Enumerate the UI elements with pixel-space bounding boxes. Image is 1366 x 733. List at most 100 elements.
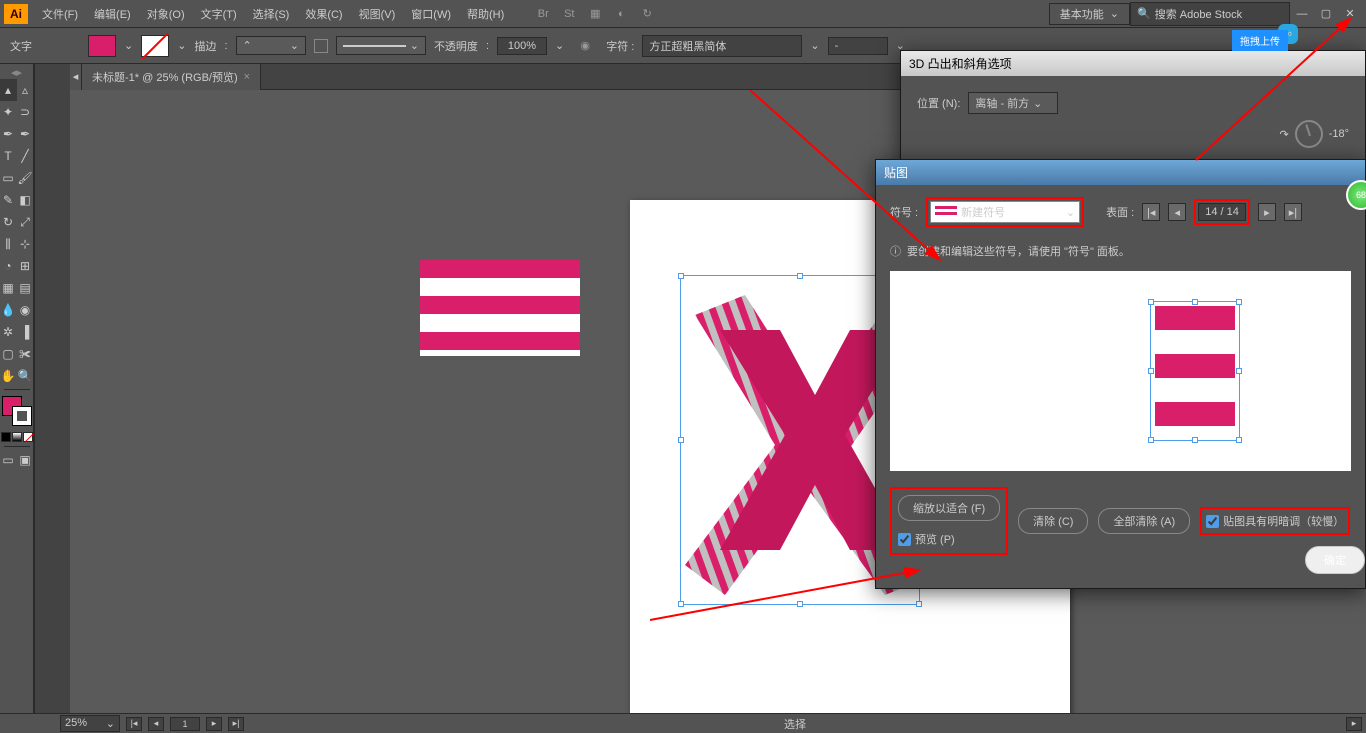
chevron-down-icon[interactable]: ⌄ xyxy=(177,39,186,52)
minimize-button[interactable]: — xyxy=(1292,4,1312,24)
fill-stroke-indicator[interactable] xyxy=(2,396,32,426)
ok-button[interactable]: 确定 xyxy=(1305,546,1365,574)
doc-collapse-icon[interactable]: ◂ xyxy=(70,64,82,90)
panel-collapse-icon[interactable]: ◂▸ xyxy=(0,66,33,79)
preview-checkbox[interactable]: 预览 (P) xyxy=(898,531,1000,547)
slice-tool[interactable]: ✀ xyxy=(17,343,34,365)
direct-selection-tool[interactable]: ▵ xyxy=(17,79,34,101)
clear-button[interactable]: 清除 (C) xyxy=(1018,508,1088,534)
eyedropper-tool[interactable]: 💧 xyxy=(0,299,17,321)
preview-selection-box[interactable] xyxy=(1150,301,1240,441)
graph-tool[interactable]: ▐ xyxy=(17,321,34,343)
zoom-dropdown[interactable]: 25%⌄ xyxy=(60,715,120,732)
paintbrush-tool[interactable]: 🖌 xyxy=(17,167,34,189)
tool-panel: ◂▸ ▴▵ ✦⊃ ✒✒ T╱ ▭🖌 ✎◧ ↻⤢ ⫼⊹ ◔⊞ ▦▤ 💧◉ ✲▐ ▢… xyxy=(0,64,34,713)
menu-window[interactable]: 窗口(W) xyxy=(403,0,459,28)
scale-tool[interactable]: ⤢ xyxy=(17,211,34,233)
annotation-highlight: 新建符号 ⌄ xyxy=(926,197,1084,227)
rotate-icon[interactable]: ↷ xyxy=(1279,128,1288,141)
free-transform-tool[interactable]: ⊹ xyxy=(17,233,34,255)
stripes-symbol-object[interactable] xyxy=(420,260,580,356)
stroke-swatch[interactable] xyxy=(141,35,169,57)
next-surface-button[interactable]: ▸ xyxy=(1258,203,1276,221)
eraser-tool[interactable]: ◧ xyxy=(17,189,34,211)
menu-select[interactable]: 选择(S) xyxy=(245,0,298,28)
menu-edit[interactable]: 编辑(E) xyxy=(86,0,139,28)
close-tab-icon[interactable]: × xyxy=(244,71,250,83)
symbol-label: 符号 : xyxy=(890,204,918,220)
font-style-dropdown[interactable]: - xyxy=(828,37,888,55)
scale-to-fit-button[interactable]: 缩放以适合 (F) xyxy=(898,495,1000,521)
menu-object[interactable]: 对象(O) xyxy=(139,0,193,28)
rotate-tool[interactable]: ↻ xyxy=(0,211,17,233)
map-preview-pane[interactable] xyxy=(890,271,1351,471)
lasso-tool[interactable]: ⊃ xyxy=(17,101,34,123)
scroll-right-button[interactable]: ▸ xyxy=(1346,717,1362,731)
blend-tool[interactable]: ◉ xyxy=(17,299,34,321)
annotation-highlight: 14 / 14 xyxy=(1194,199,1250,225)
next-artboard-button[interactable]: ▸ xyxy=(206,717,222,731)
dialog-title[interactable]: 3D 凸出和斜角选项 xyxy=(901,51,1365,76)
chevron-down-icon[interactable]: ⌄ xyxy=(810,39,819,52)
magic-wand-tool[interactable]: ✦ xyxy=(0,101,17,123)
width-tool[interactable]: ⫼ xyxy=(0,233,17,255)
artboard-number[interactable]: 1 xyxy=(170,717,200,731)
stock-icon[interactable]: St xyxy=(558,3,580,25)
sync-icon[interactable]: ↻ xyxy=(636,3,658,25)
last-surface-button[interactable]: ▸| xyxy=(1284,203,1302,221)
search-input[interactable]: 🔍搜索 Adobe Stock xyxy=(1130,2,1290,26)
prev-artboard-button[interactable]: ◂ xyxy=(148,717,164,731)
chevron-down-icon[interactable]: ⌄ xyxy=(124,39,133,52)
menu-type[interactable]: 文字(T) xyxy=(193,0,245,28)
shaper-tool[interactable]: ✎ xyxy=(0,189,17,211)
fill-swatch[interactable] xyxy=(88,35,116,57)
stroke-var-icon[interactable] xyxy=(314,39,328,53)
mesh-tool[interactable]: ▦ xyxy=(0,277,17,299)
symbol-sprayer-tool[interactable]: ✲ xyxy=(0,321,17,343)
angle-dial[interactable] xyxy=(1295,120,1323,148)
symbol-dropdown[interactable]: 新建符号 ⌄ xyxy=(930,201,1080,223)
screen-mode-full[interactable]: ▣ xyxy=(17,449,34,471)
line-tool[interactable]: ╱ xyxy=(17,145,34,167)
opacity-input[interactable]: 100% xyxy=(497,37,547,55)
left-panel-strip[interactable] xyxy=(34,64,70,713)
hand-tool[interactable]: ✋ xyxy=(0,365,17,387)
zoom-tool[interactable]: 🔍 xyxy=(17,365,34,387)
first-artboard-button[interactable]: |◂ xyxy=(126,717,142,731)
menu-view[interactable]: 视图(V) xyxy=(351,0,404,28)
chevron-down-icon[interactable]: ⌄ xyxy=(555,39,564,52)
last-artboard-button[interactable]: ▸| xyxy=(228,717,244,731)
gpu-icon[interactable]: ◐ xyxy=(610,3,632,25)
color-mode-switches[interactable] xyxy=(1,432,33,442)
arrange-icon[interactable]: ▦ xyxy=(584,3,606,25)
font-family-dropdown[interactable]: 方正超粗黑简体 xyxy=(642,35,802,57)
bridge-icon[interactable]: Br xyxy=(532,3,554,25)
dialog-title[interactable]: 贴图 xyxy=(876,160,1365,185)
shape-builder-tool[interactable]: ◔ xyxy=(0,255,17,277)
first-surface-button[interactable]: |◂ xyxy=(1142,203,1160,221)
position-dropdown[interactable]: 离轴 - 前方 ⌄ xyxy=(968,92,1058,114)
close-button[interactable]: ✕ xyxy=(1340,4,1360,24)
pen-tool[interactable]: ✒ xyxy=(0,123,17,145)
recolor-icon[interactable]: ◉ xyxy=(574,35,596,57)
workspace-switcher[interactable]: 基本功能⌄ xyxy=(1049,3,1130,25)
selection-tool[interactable]: ▴ xyxy=(0,79,17,101)
brush-dropdown[interactable]: ⌄ xyxy=(336,36,426,55)
prev-surface-button[interactable]: ◂ xyxy=(1168,203,1186,221)
type-tool[interactable]: T xyxy=(0,145,17,167)
menu-help[interactable]: 帮助(H) xyxy=(459,0,512,28)
shade-artwork-checkbox[interactable]: 贴图具有明暗调（较慢） xyxy=(1206,513,1344,529)
artboard-tool[interactable]: ▢ xyxy=(0,343,17,365)
rectangle-tool[interactable]: ▭ xyxy=(0,167,17,189)
menu-effect[interactable]: 效果(C) xyxy=(297,0,350,28)
upload-badge[interactable]: 拖拽上传 xyxy=(1232,30,1288,51)
curvature-tool[interactable]: ✒ xyxy=(17,123,34,145)
screen-mode-normal[interactable]: ▭ xyxy=(0,449,17,471)
restore-button[interactable]: ▢ xyxy=(1316,4,1336,24)
menu-file[interactable]: 文件(F) xyxy=(34,0,86,28)
gradient-tool[interactable]: ▤ xyxy=(17,277,34,299)
clear-all-button[interactable]: 全部清除 (A) xyxy=(1098,508,1190,534)
perspective-tool[interactable]: ⊞ xyxy=(17,255,34,277)
stroke-weight-dropdown[interactable]: ⌃⌄ xyxy=(236,36,306,55)
document-tab[interactable]: 未标题-1* @ 25% (RGB/预览) × xyxy=(82,64,261,90)
